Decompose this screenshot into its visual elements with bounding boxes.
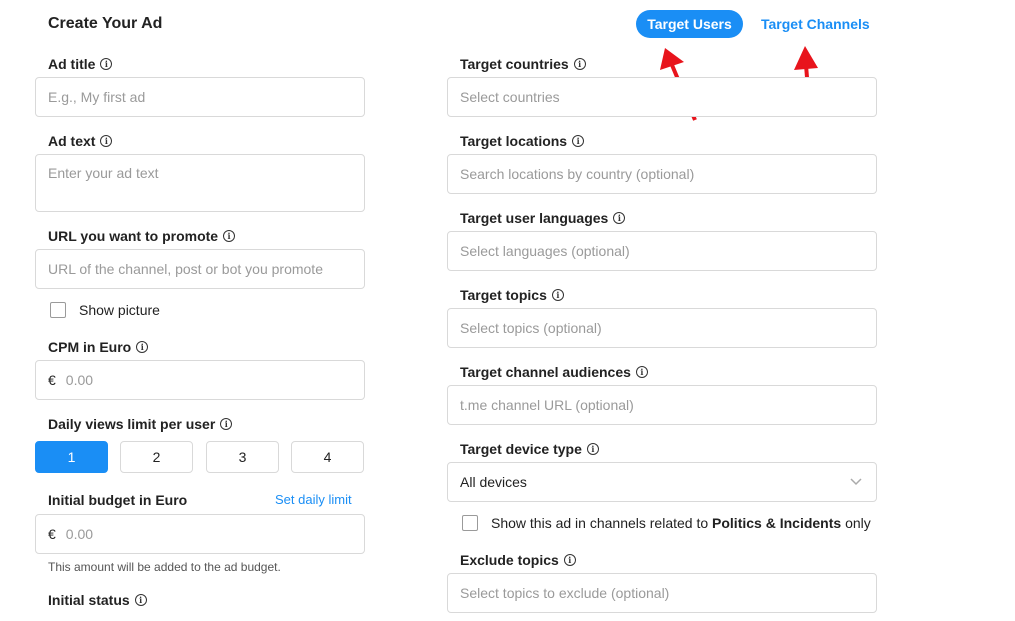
url-label-text: URL you want to promote bbox=[48, 228, 219, 244]
url-label: URL you want to promote i bbox=[48, 228, 236, 244]
url-input[interactable] bbox=[35, 249, 365, 289]
euro-symbol: € bbox=[48, 526, 56, 542]
ad-text-input[interactable] bbox=[35, 154, 365, 212]
info-icon: i bbox=[573, 58, 586, 70]
ad-text-label: Ad text i bbox=[48, 133, 113, 149]
countries-select[interactable] bbox=[447, 77, 877, 117]
locations-input[interactable] bbox=[447, 154, 877, 194]
info-icon: i bbox=[635, 366, 648, 378]
cpm-label-text: CPM in Euro bbox=[48, 339, 132, 355]
views-option-3[interactable]: 3 bbox=[206, 441, 279, 473]
status-label-text: Initial status bbox=[48, 592, 130, 608]
views-option-1[interactable]: 1 bbox=[35, 441, 108, 473]
set-daily-limit-link[interactable]: Set daily limit bbox=[275, 492, 352, 507]
audiences-input[interactable] bbox=[447, 385, 877, 425]
show-picture-label: Show picture bbox=[79, 302, 160, 318]
info-icon: i bbox=[136, 341, 149, 353]
device-select-value: All devices bbox=[460, 474, 527, 490]
cpm-label: CPM in Euro i bbox=[48, 339, 149, 355]
views-option-2[interactable]: 2 bbox=[120, 441, 193, 473]
politics-checkbox[interactable] bbox=[462, 515, 478, 531]
info-icon: i bbox=[613, 212, 626, 224]
info-icon: i bbox=[572, 135, 585, 147]
info-icon: i bbox=[563, 554, 576, 566]
euro-symbol: € bbox=[48, 372, 56, 388]
page-title: Create Your Ad bbox=[48, 15, 163, 32]
views-limit-label: Daily views limit per user i bbox=[48, 416, 233, 432]
audiences-label: Target channel audiences i bbox=[460, 364, 648, 380]
tab-target-channels[interactable]: Target Channels bbox=[761, 16, 870, 32]
info-icon: i bbox=[586, 443, 599, 455]
views-option-4[interactable]: 4 bbox=[291, 441, 364, 473]
languages-select[interactable] bbox=[447, 231, 877, 271]
info-icon: i bbox=[134, 594, 147, 606]
info-icon: i bbox=[223, 230, 236, 242]
device-select[interactable]: All devices bbox=[447, 462, 877, 502]
politics-suffix: only bbox=[845, 515, 871, 531]
info-icon: i bbox=[100, 58, 113, 70]
countries-label: Target countries i bbox=[460, 56, 586, 72]
ad-text-label-text: Ad text bbox=[48, 133, 96, 149]
exclude-label: Exclude topics i bbox=[460, 552, 576, 568]
info-icon: i bbox=[551, 289, 564, 301]
cpm-input[interactable] bbox=[63, 371, 318, 389]
tab-target-users[interactable]: Target Users bbox=[636, 10, 743, 38]
show-picture-checkbox[interactable] bbox=[50, 302, 66, 318]
languages-label: Target user languages i bbox=[460, 210, 626, 226]
budget-label: Initial budget in Euro bbox=[48, 492, 188, 508]
languages-label-text: Target user languages bbox=[460, 210, 609, 226]
views-limit-label-text: Daily views limit per user bbox=[48, 416, 216, 432]
exclude-label-text: Exclude topics bbox=[460, 552, 559, 568]
topics-label-text: Target topics bbox=[460, 287, 547, 303]
politics-label: Show this ad in channels related to Poli… bbox=[491, 515, 871, 531]
budget-field: € bbox=[35, 514, 365, 554]
topics-label: Target topics i bbox=[460, 287, 564, 303]
ad-title-label-text: Ad title bbox=[48, 56, 96, 72]
info-icon: i bbox=[100, 135, 113, 147]
countries-label-text: Target countries bbox=[460, 56, 569, 72]
budget-input[interactable] bbox=[63, 525, 318, 543]
politics-topic: Politics & Incidents bbox=[712, 515, 842, 531]
budget-hint: This amount will be added to the ad budg… bbox=[48, 560, 281, 574]
ad-title-input[interactable] bbox=[35, 77, 365, 117]
device-label-text: Target device type bbox=[460, 441, 582, 457]
cpm-field: € bbox=[35, 360, 365, 400]
exclude-topics-select[interactable] bbox=[447, 573, 877, 613]
chevron-down-icon bbox=[850, 478, 862, 486]
locations-label-text: Target locations bbox=[460, 133, 568, 149]
ad-title-label: Ad title i bbox=[48, 56, 113, 72]
locations-label: Target locations i bbox=[460, 133, 585, 149]
audiences-label-text: Target channel audiences bbox=[460, 364, 631, 380]
status-label: Initial status i bbox=[48, 592, 147, 608]
topics-select[interactable] bbox=[447, 308, 877, 348]
politics-prefix: Show this ad in channels related to bbox=[491, 515, 709, 531]
info-icon: i bbox=[220, 418, 233, 430]
device-label: Target device type i bbox=[460, 441, 599, 457]
